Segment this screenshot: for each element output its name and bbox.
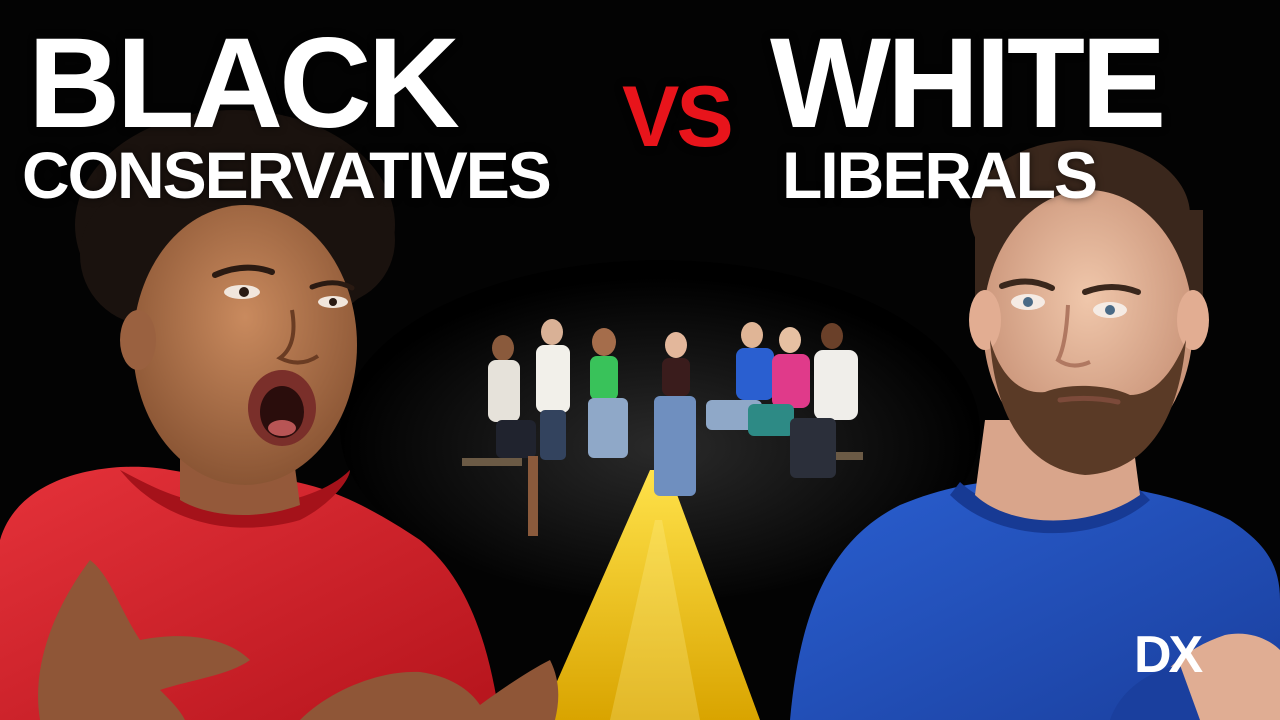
shirt-logo: DX: [1134, 626, 1204, 684]
versus-label: VS: [622, 69, 734, 165]
right-title: WHITE: [770, 12, 1166, 155]
right-subtitle: LIBERALS: [782, 138, 1098, 212]
left-subtitle: CONSERVATIVES: [22, 138, 552, 212]
thumbnail: DX BLACK CONSERVATIVES VS WHITE LIBERALS: [0, 0, 1280, 720]
left-title: BLACK: [28, 12, 460, 155]
